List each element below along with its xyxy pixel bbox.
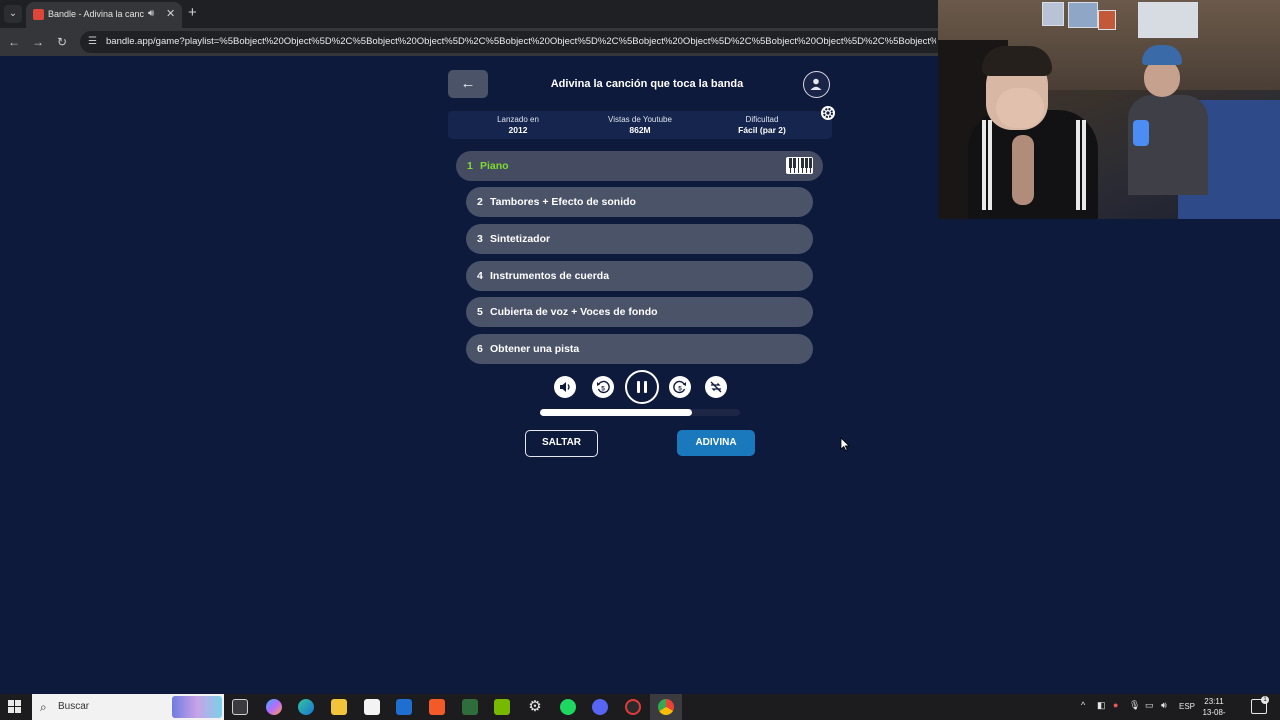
track-number: 4 (477, 270, 483, 282)
reload-icon[interactable]: ↻ (54, 34, 70, 50)
song-info-bar: Lanzado en 2012 Vistas de Youtube 862M D… (448, 111, 832, 139)
tab-search-dropdown-icon[interactable]: ⌄ (4, 5, 22, 23)
track-item-5[interactable]: 5 Cubierta de voz + Voces de fondo (466, 297, 813, 327)
mail-icon[interactable] (396, 699, 412, 715)
track-item-2[interactable]: 2 Tambores + Efecto de sonido (466, 187, 813, 217)
url-field[interactable]: ☰ bandle.app/game?playlist=%5Bobject%20O… (80, 31, 960, 53)
track-number: 2 (477, 196, 483, 208)
profile-button[interactable] (803, 71, 830, 98)
tray-app-icon[interactable]: ◧ (1097, 700, 1106, 711)
forward-arrow-icon[interactable]: → (30, 34, 46, 50)
track-item-1[interactable]: 1 Piano (456, 151, 823, 181)
brave-icon[interactable] (429, 699, 445, 715)
back-arrow-icon[interactable]: ← (6, 34, 22, 50)
released-info: Lanzado en 2012 (458, 115, 578, 135)
page-title: Adivina la canción que toca la banda (550, 78, 744, 90)
playback-progress-bar[interactable] (540, 409, 740, 416)
forward-5-icon[interactable]: 5 (669, 376, 691, 398)
views-label: Vistas de Youtube (608, 115, 672, 124)
released-label: Lanzado en (497, 115, 539, 124)
webcam-overlay (938, 0, 1280, 219)
windows-start-icon[interactable] (8, 700, 22, 714)
track-item-6[interactable]: 6 Obtener una pista (466, 334, 813, 364)
site-info-icon[interactable]: ☰ (88, 36, 100, 48)
audio-playing-icon[interactable]: 🔊︎ (148, 8, 154, 19)
network-icon[interactable]: ▭ (1145, 700, 1154, 711)
url-text[interactable]: bandle.app/game?playlist=%5Bobject%20Obj… (106, 36, 936, 47)
notification-center-icon[interactable]: 1 (1251, 696, 1269, 714)
loop-off-icon[interactable] (705, 376, 727, 398)
task-view-icon[interactable] (232, 699, 248, 715)
speaker-icon[interactable]: 🔊︎ (1161, 700, 1167, 711)
minecraft-launcher-icon[interactable] (462, 699, 478, 715)
settings-gear-icon[interactable] (821, 106, 835, 120)
tab-close-icon[interactable]: ✕ (166, 7, 175, 20)
pause-icon (637, 381, 640, 393)
track-name: Sintetizador (490, 233, 551, 245)
track-name: Piano (480, 160, 509, 172)
piano-icon (786, 157, 813, 174)
file-explorer-icon[interactable] (331, 699, 347, 715)
pause-button[interactable] (625, 370, 659, 404)
player-controls: 5 5 (540, 370, 740, 406)
search-icon: ⌕ (40, 700, 47, 714)
obs-icon[interactable] (625, 699, 641, 715)
nvidia-icon[interactable] (494, 699, 510, 715)
difficulty-label: Dificultad (745, 115, 779, 124)
views-info: Vistas de Youtube 862M (580, 115, 700, 135)
playback-progress-fill (540, 409, 692, 416)
microphone-icon[interactable]: 🎙︎ (1129, 700, 1140, 711)
track-number: 3 (477, 233, 483, 245)
microsoft-store-icon[interactable] (364, 699, 380, 715)
copilot-icon[interactable] (266, 699, 282, 715)
track-number: 5 (477, 306, 483, 318)
rewind-seconds: 5 (601, 386, 605, 393)
track-name: Cubierta de voz + Voces de fondo (490, 306, 658, 318)
taskbar-clock[interactable]: 23:11 13-08-2026 (1196, 696, 1232, 720)
track-name: Instrumentos de cuerda (490, 270, 610, 282)
released-value: 2012 (508, 125, 528, 135)
clock-date: 13-08-2026 (1202, 708, 1226, 720)
settings-icon[interactable]: ⚙ (527, 699, 543, 715)
mouse-cursor-icon (840, 437, 850, 451)
track-number: 6 (477, 343, 483, 355)
notification-badge: 1 (1261, 696, 1269, 704)
views-value: 862M (629, 125, 651, 135)
difficulty-info: Dificultad Fácil (par 2) (702, 115, 822, 135)
difficulty-value: Fácil (par 2) (738, 125, 786, 135)
skip-button[interactable]: SALTAR (525, 430, 598, 457)
track-number: 1 (467, 160, 473, 172)
spotify-icon[interactable] (560, 699, 576, 715)
chrome-icon[interactable] (658, 699, 674, 715)
search-highlight-image (172, 696, 222, 718)
edge-icon[interactable] (298, 699, 314, 715)
game-header: ← Adivina la canción que toca la banda (448, 70, 832, 100)
tab-title: Bandle - Adivina la canción (48, 9, 144, 19)
taskbar-search-input[interactable]: ⌕ Buscar (32, 694, 224, 720)
language-indicator[interactable]: ESP (1179, 702, 1195, 711)
track-item-4[interactable]: 4 Instrumentos de cuerda (466, 261, 813, 291)
browser-tab[interactable]: Bandle - Adivina la canción 🔊︎ ✕ (26, 2, 182, 28)
forward-seconds: 5 (678, 386, 682, 393)
rewind-5-icon[interactable]: 5 (592, 376, 614, 398)
guess-button[interactable]: ADIVINA (677, 430, 755, 456)
bandle-favicon-icon (33, 9, 44, 20)
discord-icon[interactable] (592, 699, 608, 715)
search-placeholder: Buscar (58, 701, 90, 712)
clock-time: 23:11 (1204, 697, 1224, 706)
game-back-button[interactable]: ← (448, 70, 488, 98)
track-name: Obtener una pista (490, 343, 580, 355)
new-tab-button[interactable]: + (188, 5, 197, 21)
track-item-3[interactable]: 3 Sintetizador (466, 224, 813, 254)
tray-chevron-icon[interactable]: ^ (1081, 700, 1085, 710)
tray-obs-icon[interactable]: ● (1113, 700, 1118, 710)
volume-icon[interactable] (554, 376, 576, 398)
user-icon (810, 78, 822, 90)
windows-taskbar: ⌕ Buscar ⚙ ^ ◧ ● 🎙︎ ▭ 🔊︎ ESP 23:11 13-08… (0, 694, 1280, 720)
track-name: Tambores + Efecto de sonido (490, 196, 636, 208)
